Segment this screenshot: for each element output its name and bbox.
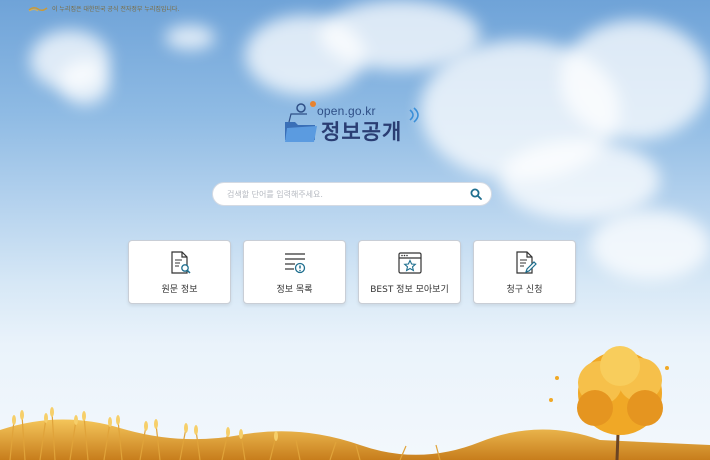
autumn-tree-illustration <box>549 346 669 460</box>
menu-original-info-button[interactable]: 원문 정보 <box>128 240 231 304</box>
document-edit-icon <box>515 250 537 274</box>
menu-label: BEST 정보 모아보기 <box>370 284 449 295</box>
browser-star-icon <box>397 251 422 274</box>
menu-label: 정보 목록 <box>276 284 313 295</box>
menu-best-info-button[interactable]: BEST 정보 모아보기 <box>358 240 461 304</box>
folder-logo-icon <box>285 101 317 142</box>
site-logo[interactable]: open.go.kr 정보공개 <box>281 100 431 148</box>
search-icon <box>470 188 482 200</box>
menu-info-list-button[interactable]: 정보 목록 <box>243 240 346 304</box>
gov-notice-text: 이 누리집은 대한민국 공식 전자정부 누리집입니다. <box>52 6 180 13</box>
menu-request-button[interactable]: 청구 신청 <box>473 240 576 304</box>
logo-name: 정보공개 <box>321 120 403 144</box>
gov-notice: 이 누리집은 대한민국 공식 전자정부 누리집입니다. <box>28 4 179 13</box>
government-mark-icon <box>28 6 48 11</box>
menu-label: 원문 정보 <box>161 284 198 295</box>
search-input[interactable] <box>225 188 469 200</box>
quick-menu: 원문 정보 정보 목록 BEST 정보 모아보기 청구 신청 <box>128 240 576 304</box>
list-info-icon <box>284 252 305 273</box>
document-search-icon <box>170 250 191 274</box>
menu-label: 청구 신청 <box>506 284 543 295</box>
search-button[interactable] <box>469 187 483 201</box>
signal-icon <box>409 107 419 123</box>
search-bar <box>212 182 492 206</box>
